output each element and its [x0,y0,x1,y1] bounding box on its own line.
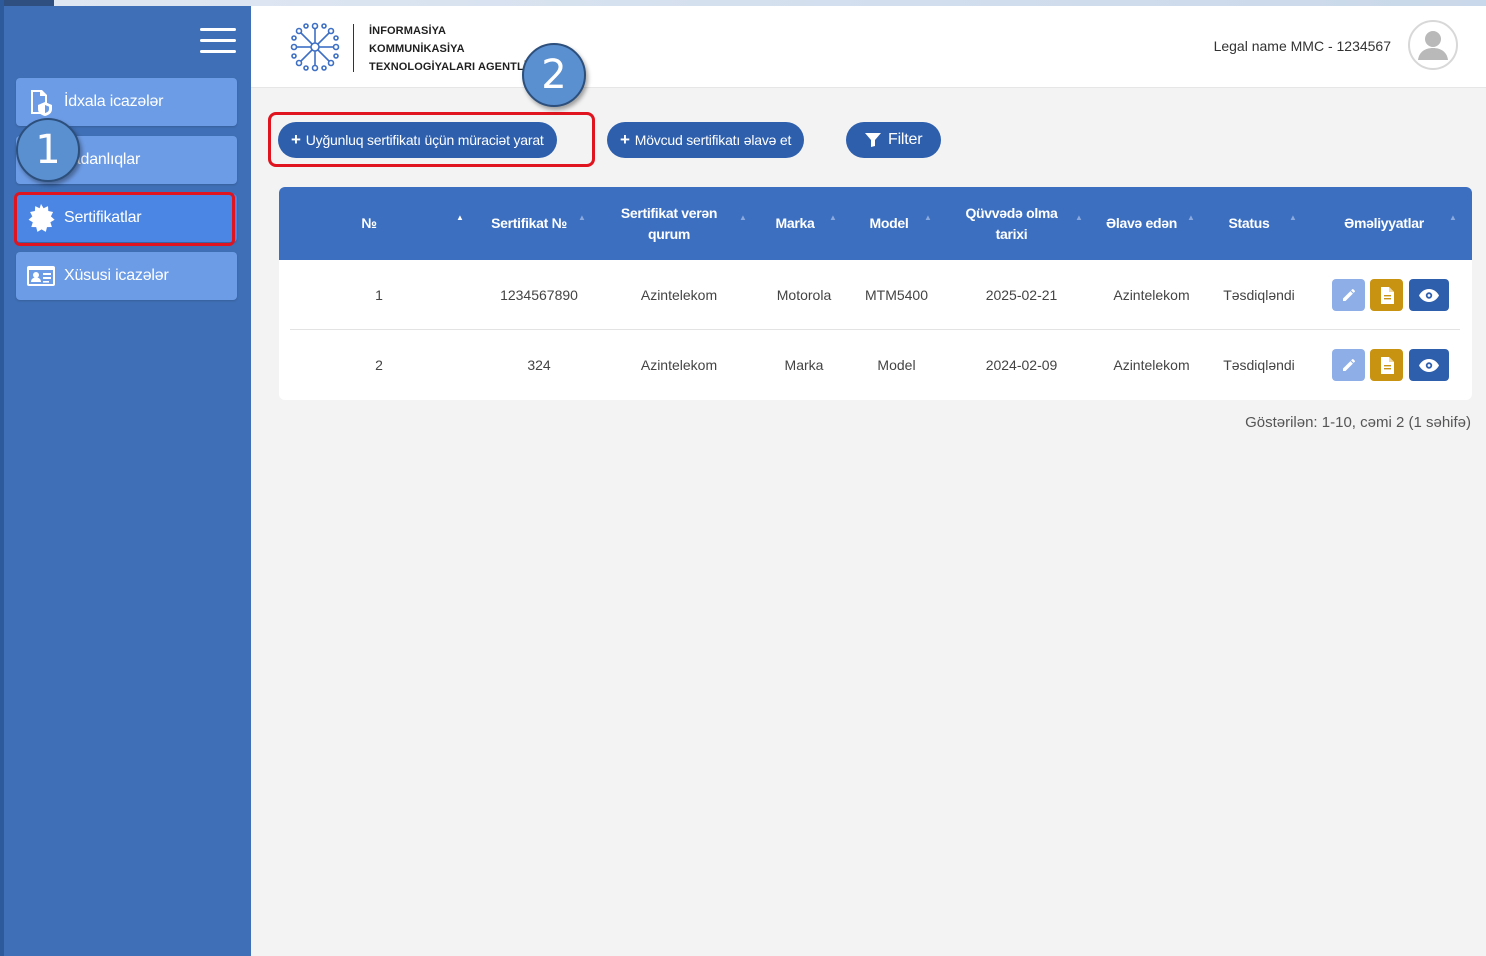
agency-name-line1: İNFORMASİYA [369,25,447,37]
create-application-button[interactable]: + Uyğunluq sertifikatı üçün müraciət yar… [278,122,557,158]
cell-number: 2 [375,356,383,373]
sidebar-item-label: Xüsusi icazələr [64,267,169,284]
sort-icon[interactable]: ▲ [578,213,586,222]
pencil-icon [1342,288,1355,301]
sort-icon[interactable]: ▲ [924,213,932,222]
create-application-label: Uyğunluq sertifikatı üçün müraciət yarat [305,132,544,148]
agency-name-line2: KOMMUNİKASİYA [369,43,465,55]
main-content: İNFORMASİYA KOMMUNİKASİYA TEXNOLOGİYALAR… [251,6,1486,956]
document-icon [1380,286,1394,304]
certificate-badge-icon [26,203,56,233]
sort-icon[interactable]: ▲ [1289,213,1297,222]
column-header-actions: Əməliyyatlar [1324,187,1444,260]
sort-icon[interactable]: ▲ [829,213,837,222]
menu-toggle-icon[interactable] [200,28,238,58]
table-row: 2 324 Azintelekom Marka Model 2024-02-09… [279,330,1472,399]
edit-button[interactable] [1332,279,1365,311]
sort-icon[interactable]: ▲ [1449,213,1457,222]
callout-step-2: 2 [522,43,586,107]
column-header-status[interactable]: Status [1214,187,1284,260]
eye-icon [1419,288,1439,302]
callout-step-1: 1 [16,118,80,182]
sort-icon[interactable]: ▲ [1075,213,1083,222]
cell-certificate-number: 324 [527,356,551,373]
header-label: Əlavə edən [1106,215,1177,231]
plus-icon: + [620,130,630,149]
column-header-model[interactable]: Model [854,187,924,260]
logo-divider [353,24,354,72]
cell-issuer: Azintelekom [640,286,718,303]
cell-brand: Motorola [776,286,832,303]
header-label: Sertifikat verən qurum [620,204,718,242]
agency-logo-icon[interactable] [289,20,341,74]
document-button[interactable] [1370,349,1403,381]
sidebar-item-label: Sertifikatlar [64,209,142,226]
cell-added-by: Azintelekom [1113,356,1190,373]
column-header-number[interactable]: № [339,187,399,260]
cell-added-by: Azintelekom [1113,286,1190,303]
column-header-added-by[interactable]: Əlavə edən [1094,187,1189,260]
header: İNFORMASİYA KOMMUNİKASİYA TEXNOLOGİYALAR… [251,6,1486,88]
certificates-table: № ▲ Sertifikat № ▲ Sertifikat verən quru… [279,187,1472,400]
pagination-summary: Göstərilən: 1-10, cəmi 2 (1 səhifə) [1245,414,1471,431]
filter-button[interactable]: Filter [846,122,942,158]
cell-status: Təsdiqləndi [1223,356,1295,373]
id-card-icon [26,261,56,291]
view-button[interactable] [1409,349,1449,381]
sidebar-item-label: İdxala icazələr [64,93,164,110]
header-label: Qüvvədə olma tarixi [965,204,1058,242]
header-label: Status [1228,215,1270,231]
header-label: № [361,215,377,231]
plus-icon: + [291,130,301,149]
filter-label: Filter [888,131,923,148]
cell-status: Təsdiqləndi [1223,286,1295,303]
header-label: Model [869,215,909,231]
header-label: Marka [775,215,815,231]
table-row: 1 1234567890 Azintelekom Motorola MTM540… [279,260,1472,329]
pencil-icon [1342,358,1355,371]
header-label: Əməliyyatlar [1344,215,1424,231]
document-icon [1380,356,1394,374]
sort-icon[interactable]: ▲ [1187,213,1195,222]
column-header-brand[interactable]: Marka [759,187,831,260]
cell-model: Model [877,356,916,373]
cell-valid-date: 2024-02-09 [985,356,1058,373]
user-legal-name: Legal name MMC - 1234567 [1213,38,1391,54]
cell-valid-date: 2025-02-21 [985,286,1058,303]
column-header-certificate-number[interactable]: Sertifikat № [479,187,579,260]
sort-asc-icon[interactable]: ▲ [456,213,464,222]
eye-icon [1419,358,1439,372]
cell-model: MTM5400 [864,286,929,303]
table-header: № ▲ Sertifikat № ▲ Sertifikat verən quru… [279,187,1472,260]
document-shield-icon [26,87,56,117]
agency-name-line3: TEXNOLOGİYALARI AGENTLİ [369,61,527,73]
user-avatar-icon[interactable] [1408,20,1458,70]
cell-issuer: Azintelekom [640,356,718,373]
column-header-valid-date[interactable]: Qüvvədə olma tarixi [954,187,1069,260]
document-button[interactable] [1370,279,1403,311]
view-button[interactable] [1409,279,1449,311]
sidebar-item-certificates[interactable]: Sertifikatlar [16,194,237,242]
sort-icon[interactable]: ▲ [739,213,747,222]
add-existing-certificate-label: Mövcud sertifikatı əlavə et [634,132,792,148]
edit-button[interactable] [1332,349,1365,381]
agency-name: İNFORMASİYA KOMMUNİKASİYA TEXNOLOGİYALAR… [369,22,527,76]
add-existing-certificate-button[interactable]: + Mövcud sertifikatı əlavə et [607,122,805,158]
header-label: Sertifikat № [491,215,567,231]
column-header-issuer[interactable]: Sertifikat verən qurum [604,187,734,260]
cell-brand: Marka [784,356,824,373]
cell-certificate-number: 1234567890 [500,286,578,303]
filter-icon [865,133,881,147]
cell-number: 1 [375,286,383,303]
sidebar-item-special-permits[interactable]: Xüsusi icazələr [16,252,237,300]
